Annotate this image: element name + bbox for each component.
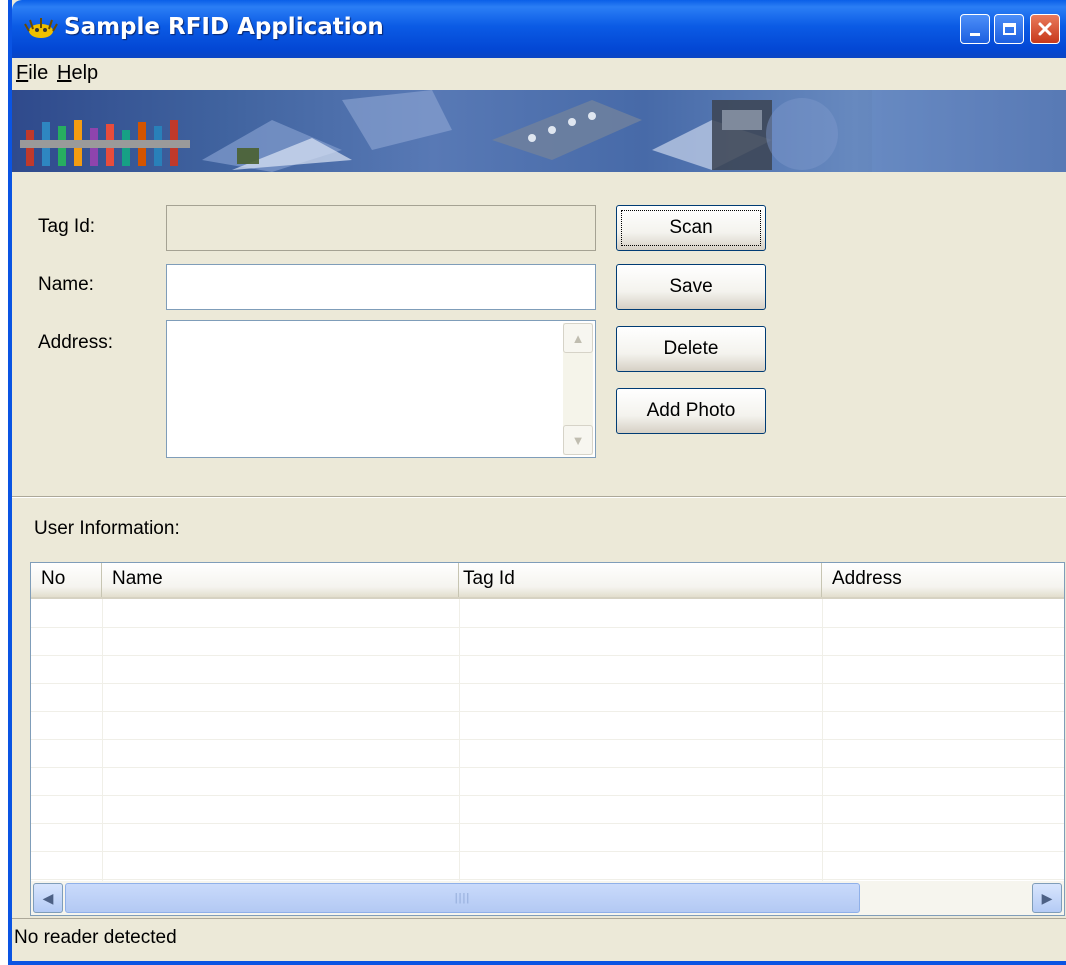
user-information-label: User Information: bbox=[34, 518, 180, 539]
table-row bbox=[31, 711, 1064, 740]
maximize-button[interactable] bbox=[994, 14, 1024, 44]
scroll-up-arrow[interactable]: ▲ bbox=[563, 323, 593, 353]
scan-button-label: Scan bbox=[669, 217, 713, 238]
table-row bbox=[31, 795, 1064, 824]
user-information-list[interactable]: No Name Tag Id Address ◀ |||| ▶ bbox=[30, 562, 1065, 916]
column-header-name[interactable]: Name bbox=[102, 563, 459, 597]
save-button[interactable]: Save bbox=[616, 264, 766, 310]
add-photo-button-label: Add Photo bbox=[646, 400, 736, 421]
menu-file-mnemonic: F bbox=[16, 62, 29, 84]
table-row bbox=[31, 851, 1064, 880]
menu-help-rest: elp bbox=[71, 62, 99, 84]
maximize-icon bbox=[1002, 23, 1016, 35]
column-header-address[interactable]: Address bbox=[822, 563, 1064, 597]
minimize-icon bbox=[970, 32, 980, 36]
chevron-up-icon: ▲ bbox=[571, 330, 585, 346]
chevron-down-icon: ▼ bbox=[571, 432, 585, 448]
scroll-down-arrow[interactable]: ▼ bbox=[563, 425, 593, 455]
menu-file-rest: ile bbox=[28, 62, 49, 84]
table-row bbox=[31, 683, 1064, 712]
column-header-tag-id[interactable]: Tag Id bbox=[459, 563, 822, 597]
column-gridline bbox=[822, 599, 823, 881]
list-body bbox=[31, 599, 1064, 881]
table-row bbox=[31, 655, 1064, 684]
close-icon bbox=[1038, 22, 1052, 36]
header-banner-image bbox=[12, 90, 1066, 172]
scan-button[interactable]: Scan bbox=[616, 205, 766, 251]
scrollbar-thumb[interactable]: |||| bbox=[65, 883, 860, 913]
address-field[interactable]: ▲ ▼ bbox=[166, 320, 596, 458]
scroll-left-arrow[interactable]: ◀ bbox=[33, 883, 63, 913]
tag-id-field[interactable] bbox=[166, 205, 596, 251]
table-row bbox=[31, 599, 1064, 628]
menu-file[interactable]: File bbox=[16, 62, 48, 85]
window-title: Sample RFID Application bbox=[64, 14, 384, 40]
table-row bbox=[31, 767, 1064, 796]
delete-button[interactable]: Delete bbox=[616, 326, 766, 372]
list-horizontal-scrollbar[interactable]: ◀ |||| ▶ bbox=[31, 881, 1064, 915]
menu-help[interactable]: Help bbox=[57, 62, 98, 85]
title-bar[interactable]: Sample RFID Application bbox=[12, 0, 1066, 58]
menu-help-mnemonic: H bbox=[57, 62, 72, 84]
tag-id-label: Tag Id: bbox=[38, 216, 96, 237]
add-photo-button[interactable]: Add Photo bbox=[616, 388, 766, 434]
table-row bbox=[31, 739, 1064, 768]
save-button-label: Save bbox=[669, 276, 713, 297]
close-button[interactable] bbox=[1030, 14, 1060, 44]
column-header-no[interactable]: No bbox=[31, 563, 102, 597]
main-window: Sample RFID Application File Help Tag Id… bbox=[8, 0, 1066, 965]
chevron-right-icon: ▶ bbox=[1041, 889, 1053, 906]
name-label: Name: bbox=[38, 274, 94, 295]
minimize-button[interactable] bbox=[960, 14, 990, 44]
name-field[interactable] bbox=[166, 264, 596, 310]
scroll-right-arrow[interactable]: ▶ bbox=[1032, 883, 1062, 913]
address-label: Address: bbox=[38, 332, 113, 353]
chevron-left-icon: ◀ bbox=[42, 889, 54, 906]
table-row bbox=[31, 823, 1064, 852]
column-gridline bbox=[102, 599, 103, 881]
table-row bbox=[31, 627, 1064, 656]
menu-bar: File Help bbox=[12, 58, 1066, 90]
app-icon bbox=[24, 16, 58, 42]
delete-button-label: Delete bbox=[663, 338, 719, 359]
grip-icon: |||| bbox=[454, 892, 471, 904]
section-divider bbox=[12, 496, 1066, 498]
column-gridline bbox=[459, 599, 460, 881]
status-text: No reader detected bbox=[14, 927, 177, 948]
status-bar: No reader detected bbox=[12, 918, 1066, 959]
list-header: No Name Tag Id Address bbox=[31, 563, 1064, 599]
address-vertical-scrollbar[interactable]: ▲ ▼ bbox=[563, 323, 593, 455]
